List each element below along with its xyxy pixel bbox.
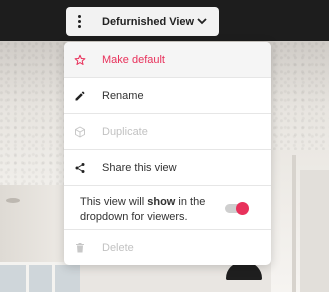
- share-view-item[interactable]: Share this view: [64, 150, 271, 186]
- visibility-row: This view will show in the dropdown for …: [64, 186, 271, 230]
- view-title: Defurnished View: [102, 15, 195, 28]
- delete-item: Delete: [64, 230, 271, 265]
- more-options-icon[interactable]: [66, 7, 92, 36]
- wall-edge: [292, 155, 296, 292]
- trash-icon: [74, 242, 86, 254]
- duplicate-icon: [74, 126, 86, 138]
- share-icon: [74, 162, 86, 174]
- make-default-label: Make default: [102, 53, 165, 66]
- share-view-label: Share this view: [102, 161, 177, 174]
- rename-label: Rename: [102, 89, 144, 102]
- window-mullion: [26, 262, 29, 292]
- delete-label: Delete: [102, 241, 134, 254]
- pencil-icon: [74, 90, 86, 102]
- window: [0, 262, 80, 292]
- visibility-toggle[interactable]: [225, 202, 249, 215]
- duplicate-label: Duplicate: [102, 125, 148, 138]
- ceiling-downlight: [6, 198, 20, 203]
- view-selector[interactable]: Defurnished View: [66, 7, 219, 36]
- view-options-menu: Make default Rename Duplicate Share this…: [64, 42, 271, 265]
- star-icon: [74, 54, 86, 66]
- window-mullion: [52, 262, 55, 292]
- toggle-knob: [236, 202, 249, 215]
- chevron-down-icon: [197, 18, 207, 25]
- make-default-item[interactable]: Make default: [64, 42, 271, 78]
- duplicate-item: Duplicate: [64, 114, 271, 150]
- visibility-description: This view will show in the dropdown for …: [80, 196, 206, 223]
- rename-item[interactable]: Rename: [64, 78, 271, 114]
- right-wall-shadow: [300, 170, 329, 292]
